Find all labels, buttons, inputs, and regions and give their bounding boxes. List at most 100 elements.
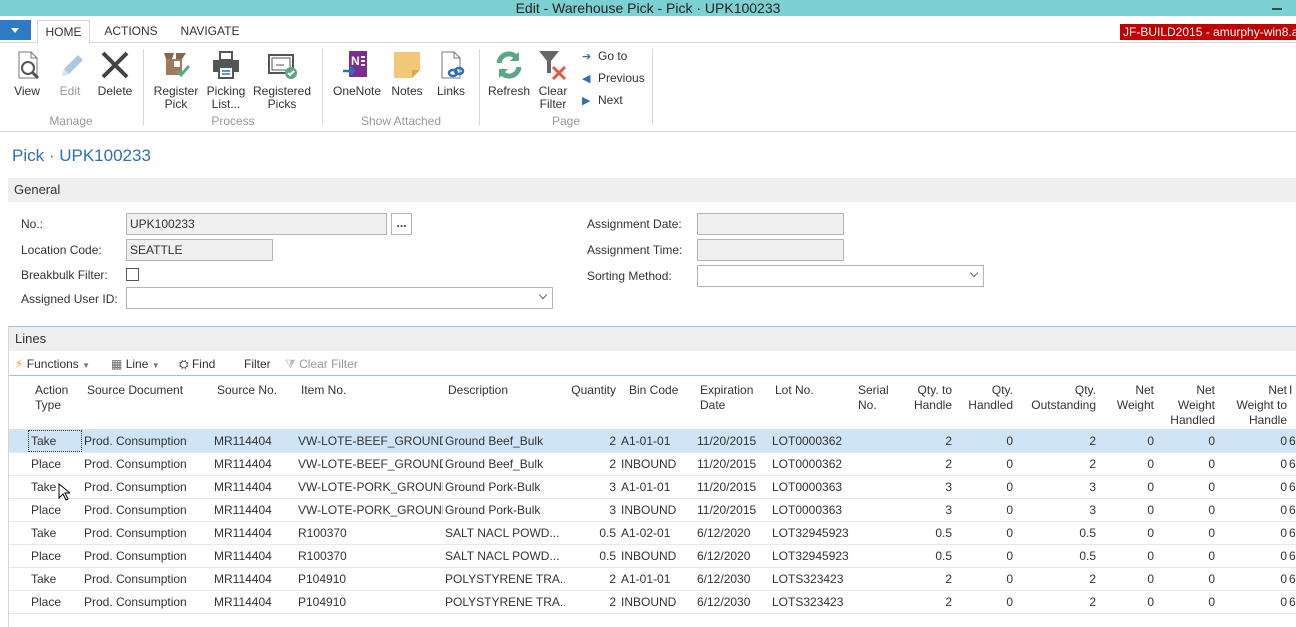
table-cell[interactable]: 3 [904, 476, 952, 498]
table-cell[interactable]: 0 [1159, 568, 1215, 590]
table-cell[interactable]: 3 [904, 499, 952, 521]
table-cell[interactable]: Prod. Consumption [84, 453, 214, 475]
table-cell[interactable]: 0 [1219, 430, 1287, 452]
tab-home[interactable]: HOME [37, 20, 90, 44]
table-row[interactable]: Take Prod. Consumption MR114404 R100370 SALT… [9, 522, 1296, 545]
table-cell[interactable]: 2 [565, 453, 616, 475]
table-cell[interactable]: 0 [1159, 453, 1215, 475]
table-cell[interactable]: 0 [1159, 522, 1215, 544]
table-cell[interactable]: Ground Pork-Bulk [445, 476, 565, 498]
table-cell[interactable]: MR114404 [214, 499, 299, 521]
table-cell[interactable]: MR114404 [214, 545, 299, 567]
table-cell[interactable]: 11/20/2015 [697, 453, 767, 475]
location-code-field[interactable]: SEATTLE [126, 239, 273, 261]
refresh-button[interactable]: Refresh [486, 49, 532, 98]
table-cell[interactable]: 0.5 [904, 522, 952, 544]
table-cell[interactable]: 2 [565, 591, 616, 613]
table-cell[interactable]: Place [31, 545, 81, 567]
table-cell[interactable]: Take [31, 568, 81, 590]
table-row[interactable]: Place Prod. Consumption MR114404 VW-LOTE-PO… [9, 499, 1296, 522]
table-cell[interactable]: 2 [1022, 591, 1096, 613]
table-cell[interactable]: Place [31, 453, 81, 475]
table-cell[interactable]: 6/12/2030 [697, 591, 767, 613]
register-pick-button[interactable]: Register Pick [150, 49, 202, 111]
table-cell[interactable]: MR114404 [214, 430, 299, 452]
table-cell[interactable]: A1-02-01 [621, 522, 691, 544]
table-cell[interactable]: 0.5 [904, 545, 952, 567]
table-cell[interactable]: 0 [1159, 545, 1215, 567]
clear-filter-button[interactable]: Clear Filter [536, 49, 570, 111]
table-cell[interactable]: POLYSTYRENE TRA... [445, 568, 565, 590]
table-cell[interactable]: 0 [1219, 591, 1287, 613]
column-header[interactable]: Net Weight Handled [1159, 383, 1215, 428]
table-cell[interactable]: SALT NACL POWD... [445, 522, 565, 544]
table-cell[interactable]: 3 [565, 499, 616, 521]
table-cell[interactable]: MR114404 [214, 568, 299, 590]
table-cell[interactable]: SALT NACL POWD... [445, 545, 565, 567]
column-header[interactable]: Qty. to Handle [904, 383, 952, 413]
table-cell[interactable]: VW-LOTE-PORK_GROUND [298, 476, 443, 498]
tab-actions[interactable]: ACTIONS [98, 20, 164, 44]
table-cell[interactable]: 0 [1099, 545, 1154, 567]
table-cell[interactable]: 0 [1219, 499, 1287, 521]
table-cell[interactable]: Ground Beef_Bulk [445, 430, 565, 452]
sorting-method-select[interactable] [697, 265, 984, 287]
table-cell[interactable]: 0 [1099, 591, 1154, 613]
table-cell[interactable]: 0.5 [565, 522, 616, 544]
column-header[interactable]: Net Weight [1099, 383, 1154, 413]
table-cell[interactable]: INBOUND [621, 453, 691, 475]
table-row[interactable]: Take Prod. Consumption MR114404 VW-LOTE-POR… [9, 476, 1296, 499]
table-cell[interactable]: 0.5 [1022, 545, 1096, 567]
filter-button[interactable]: Filter [244, 356, 271, 372]
functions-menu[interactable]: ⚡ Functions ▼ [15, 356, 90, 374]
table-cell[interactable]: MR114404 [214, 453, 299, 475]
column-header[interactable]: Description [448, 383, 568, 398]
table-cell[interactable]: 0 [1159, 430, 1215, 452]
column-header[interactable]: Action Type [35, 383, 85, 413]
table-cell[interactable]: P104910 [298, 591, 443, 613]
column-header[interactable]: Source Document [87, 383, 217, 398]
table-cell[interactable]: 0 [1099, 430, 1154, 452]
table-cell[interactable]: 6 [1289, 430, 1296, 452]
table-cell[interactable]: 0 [1099, 453, 1154, 475]
table-cell[interactable]: 0 [1219, 522, 1287, 544]
table-cell[interactable]: MR114404 [214, 591, 299, 613]
tab-navigate[interactable]: NAVIGATE [172, 20, 248, 44]
clear-filter-lines-button[interactable]: ⧩ Clear Filter [285, 356, 358, 372]
table-cell[interactable]: 0 [1219, 545, 1287, 567]
table-cell[interactable]: 6/12/2020 [697, 522, 767, 544]
links-button[interactable]: Links [434, 49, 468, 98]
table-cell[interactable]: Ground Beef_Bulk [445, 453, 565, 475]
table-cell[interactable]: 0 [1219, 568, 1287, 590]
picking-list-button[interactable]: Picking List... [204, 49, 248, 111]
table-cell[interactable]: LOT0000363 [772, 476, 857, 498]
onenote-button[interactable]: N OneNote [330, 49, 384, 98]
table-cell[interactable]: Ground Pork-Bulk [445, 499, 565, 521]
table-cell[interactable]: INBOUND [621, 499, 691, 521]
column-header[interactable]: I [1289, 383, 1296, 398]
table-cell[interactable]: Prod. Consumption [84, 568, 214, 590]
table-cell[interactable]: Prod. Consumption [84, 499, 214, 521]
table-cell[interactable]: MR114404 [214, 476, 299, 498]
table-cell[interactable]: 2 [1022, 453, 1096, 475]
view-button[interactable]: View [8, 49, 46, 98]
table-cell[interactable]: LOT0000362 [772, 430, 857, 452]
table-cell[interactable]: 3 [1022, 476, 1096, 498]
table-cell[interactable]: Prod. Consumption [84, 545, 214, 567]
table-cell[interactable]: 6 [1289, 476, 1296, 498]
table-cell[interactable]: 0 [1159, 476, 1215, 498]
go-to-button[interactable]: ➔ Go to [582, 48, 627, 64]
assigned-user-id-select[interactable] [126, 287, 553, 309]
column-header[interactable]: Source No. [217, 383, 302, 398]
table-cell[interactable]: 0.5 [565, 545, 616, 567]
next-button[interactable]: ▶ Next [582, 92, 623, 108]
table-cell[interactable]: Prod. Consumption [84, 476, 214, 498]
table-row[interactable]: Place Prod. Consumption MR114404 P104910 POL… [9, 591, 1296, 614]
column-header[interactable]: Lot No. [775, 383, 860, 398]
table-cell[interactable]: VW-LOTE-BEEF_GROUND [298, 430, 443, 452]
table-cell[interactable]: INBOUND [621, 591, 691, 613]
table-cell[interactable]: MR114404 [214, 522, 299, 544]
table-cell[interactable]: Take [31, 476, 81, 498]
no-assist-button[interactable]: ... [391, 213, 412, 235]
table-cell[interactable]: Prod. Consumption [84, 430, 214, 452]
